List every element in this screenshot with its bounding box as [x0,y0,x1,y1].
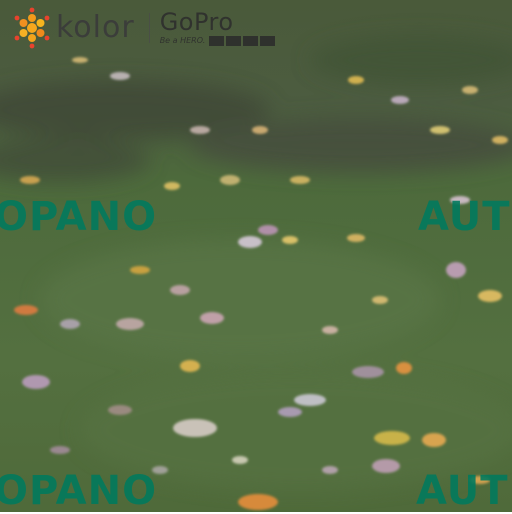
gopro-tagline: Be a HERO. [159,36,206,45]
gopro-box-3 [243,35,259,46]
watermark-right-bottom: AUT [416,468,509,514]
gopro-logo: GoPro Be a HERO. [160,6,278,50]
grass-photo [0,0,512,512]
kolor-wordmark: kolor [56,9,135,45]
gopro-box-2 [226,35,242,46]
grass-background [0,0,512,512]
gopro-tagline-row: Be a HERO. [160,35,278,47]
logo-divider [148,13,150,43]
gopro-wordmark: GoPro [159,7,234,36]
watermark-right-top: AUT [418,194,511,240]
gopro-box-1 [209,35,225,46]
kolor-flower-icon [10,6,54,50]
watermark-left-bottom: OPANO [0,468,158,514]
gopro-box-4 [260,35,276,46]
watermark-left-top: OPANO [0,194,158,240]
branding-bar: kolor GoPro Be a HERO. [10,6,277,50]
